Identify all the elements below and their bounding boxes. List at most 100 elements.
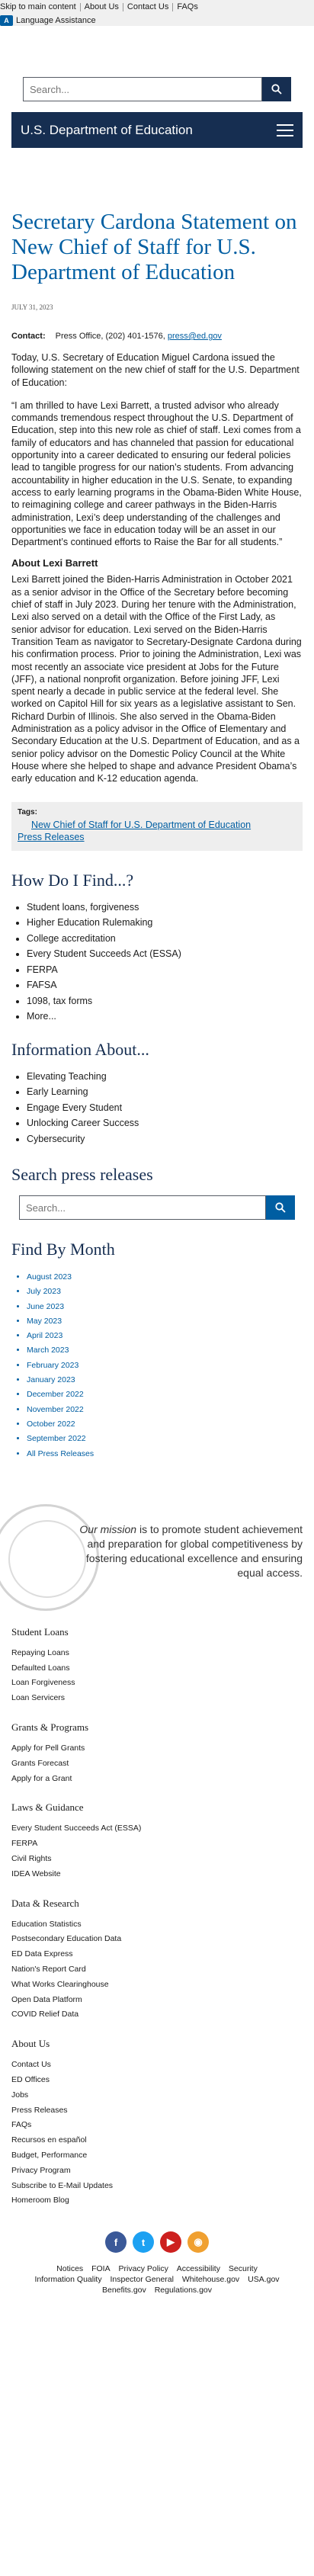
contact-email-link[interactable]: press@ed.gov [168, 332, 222, 341]
how-do-i-item[interactable]: Higher Education Rulemaking [27, 915, 303, 931]
bottom-links: Notices FOIA Privacy Policy Accessibilit… [0, 2263, 314, 2311]
month-link[interactable]: September 2022 [27, 1432, 303, 1446]
month-link[interactable]: All Press Releases [27, 1447, 303, 1461]
footer-link[interactable]: FAQs [11, 2118, 303, 2133]
footer-link[interactable]: Apply for a Grant [11, 1772, 303, 1787]
how-do-i-item[interactable]: Every Student Succeeds Act (ESSA) [27, 946, 303, 962]
bottom-link[interactable]: Security [229, 2264, 258, 2273]
about-us-link[interactable]: About Us [81, 3, 123, 11]
article-paragraph: “I am thrilled to have Lexi Barrett, a t… [11, 399, 302, 548]
youtube-icon[interactable]: ▶ [160, 2231, 181, 2254]
footer-link[interactable]: Postsecondary Education Data [11, 1932, 303, 1947]
footer-section-title: About Us [11, 2038, 50, 2050]
faqs-link[interactable]: FAQs [173, 3, 202, 11]
footer-section-title: Data & Research [11, 1897, 79, 1909]
month-link[interactable]: May 2023 [27, 1314, 303, 1329]
information-about-item[interactable]: Cybersecurity [27, 1131, 303, 1147]
article-paragraph: Today, U.S. Secretary of Education Migue… [11, 352, 300, 388]
contact-text: Press Office, (202) 401-1576, [55, 332, 165, 341]
footer-link[interactable]: Loan Servicers [11, 1691, 303, 1706]
footer-link[interactable]: Apply for Pell Grants [11, 1741, 303, 1756]
footer-link[interactable]: IDEA Website [11, 1867, 303, 1882]
footer-link[interactable]: Jobs [11, 2088, 303, 2103]
footer-link[interactable]: Defaulted Loans [11, 1661, 303, 1676]
month-link[interactable]: December 2022 [27, 1387, 303, 1402]
information-about-item[interactable]: Unlocking Career Success [27, 1115, 303, 1131]
month-link[interactable]: October 2022 [27, 1417, 303, 1432]
how-do-i-item[interactable]: College accreditation [27, 931, 303, 947]
footer-link[interactable]: Civil Rights [11, 1852, 303, 1867]
information-about-heading: Information About... [11, 1039, 149, 1059]
tag-link[interactable]: New Chief of Staff for U.S. Department o… [18, 819, 296, 831]
bottom-link[interactable]: Whitehouse.gov [182, 2275, 239, 2284]
bottom-link[interactable]: Accessibility [177, 2264, 220, 2273]
press-search-button[interactable] [266, 1195, 295, 1220]
how-do-i-item[interactable]: Student loans, forgiveness [27, 900, 303, 916]
footer-link[interactable]: Repaying Loans [11, 1646, 303, 1661]
footer-link[interactable]: What Works Clearinghouse [11, 1978, 303, 1993]
footer-link[interactable]: Privacy Program [11, 2164, 303, 2179]
bottom-link[interactable]: Benefits.gov [102, 2286, 146, 2295]
information-about-item[interactable]: Engage Every Student [27, 1100, 303, 1116]
bottom-link[interactable]: Notices [56, 2264, 83, 2273]
footer-link[interactable]: ED Offices [11, 2073, 303, 2088]
tags-label: Tags: [18, 807, 37, 816]
information-about-item[interactable]: Early Learning [27, 1084, 303, 1100]
press-search-input[interactable] [19, 1195, 266, 1220]
twitter-icon[interactable]: t [133, 2231, 154, 2254]
how-do-i-item[interactable]: FERPA [27, 962, 303, 978]
footer-link[interactable]: Open Data Platform [11, 1993, 303, 2008]
month-link[interactable]: June 2023 [27, 1300, 303, 1314]
search-icon [275, 1202, 286, 1213]
footer-link[interactable]: Homeroom Blog [11, 2193, 303, 2209]
month-link[interactable]: July 2023 [27, 1285, 303, 1299]
month-link[interactable]: February 2023 [27, 1359, 303, 1373]
footer-link[interactable]: ED Data Express [11, 1947, 303, 1962]
footer-link[interactable]: Budget, Performance [11, 2148, 303, 2164]
footer-link[interactable]: Nation's Report Card [11, 1962, 303, 1978]
footer-link[interactable]: Education Statistics [11, 1917, 303, 1933]
bottom-link[interactable]: Information Quality [34, 2275, 101, 2284]
how-do-i-list: Student loans, forgiveness Higher Educat… [11, 900, 303, 1025]
contact-us-link[interactable]: Contact Us [123, 3, 174, 11]
information-about-item[interactable]: Elevating Teaching [27, 1069, 303, 1085]
bottom-link[interactable]: Inspector General [111, 2275, 174, 2284]
footer-link[interactable]: FERPA [11, 1837, 303, 1852]
hamburger-menu-icon[interactable] [277, 124, 293, 136]
month-link[interactable]: March 2023 [27, 1343, 303, 1358]
bottom-link[interactable]: FOIA [91, 2264, 111, 2273]
how-do-i-item[interactable]: More... [27, 1009, 303, 1025]
search-button[interactable] [262, 77, 291, 101]
footer-link[interactable]: Subscribe to E-Mail Updates [11, 2179, 303, 2194]
tag-link[interactable]: Press Releases [18, 831, 296, 843]
main-content: Secretary Cardona Statement on New Chief… [0, 210, 314, 1461]
month-link[interactable]: January 2023 [27, 1373, 303, 1387]
month-link[interactable]: April 2023 [27, 1329, 303, 1343]
month-link[interactable]: August 2023 [27, 1270, 303, 1285]
about-heading: About Lexi Barrett [11, 557, 98, 569]
how-do-i-item[interactable]: 1098, tax forms [27, 993, 303, 1009]
footer-link[interactable]: Recursos en español [11, 2133, 303, 2148]
footer-link[interactable]: Grants Forecast [11, 1756, 303, 1772]
bottom-link[interactable]: Privacy Policy [119, 2264, 168, 2273]
search-input[interactable] [23, 77, 262, 101]
footer-link[interactable]: COVID Relief Data [11, 2007, 303, 2023]
footer-link[interactable]: Press Releases [11, 2103, 303, 2119]
bottom-link[interactable]: Regulations.gov [155, 2286, 212, 2295]
footer-link[interactable]: Contact Us [11, 2058, 303, 2073]
footer-link[interactable]: Loan Forgiveness [11, 1676, 303, 1691]
press-search [19, 1195, 295, 1220]
facebook-icon[interactable]: f [105, 2231, 127, 2254]
rss-icon[interactable]: ◉ [187, 2231, 209, 2254]
site-brand[interactable]: U.S. Department of Education [21, 123, 193, 138]
month-link[interactable]: November 2022 [27, 1403, 303, 1417]
skip-to-main-link[interactable]: Skip to main content [0, 3, 81, 11]
footer-link[interactable]: Every Student Succeeds Act (ESSA) [11, 1821, 303, 1837]
bottom-link[interactable]: USA.gov [248, 2275, 279, 2284]
footer-section-title: Student Loans [11, 1625, 69, 1638]
mission-statement: Our mission is to promote student achiev… [0, 1503, 314, 1611]
information-about-list: Elevating Teaching Early Learning Engage… [11, 1069, 303, 1147]
how-do-i-item[interactable]: FAFSA [27, 977, 303, 993]
article-date: JULY 31, 2023 [11, 303, 53, 311]
language-assistance[interactable]: A Language Assistance [0, 15, 96, 26]
